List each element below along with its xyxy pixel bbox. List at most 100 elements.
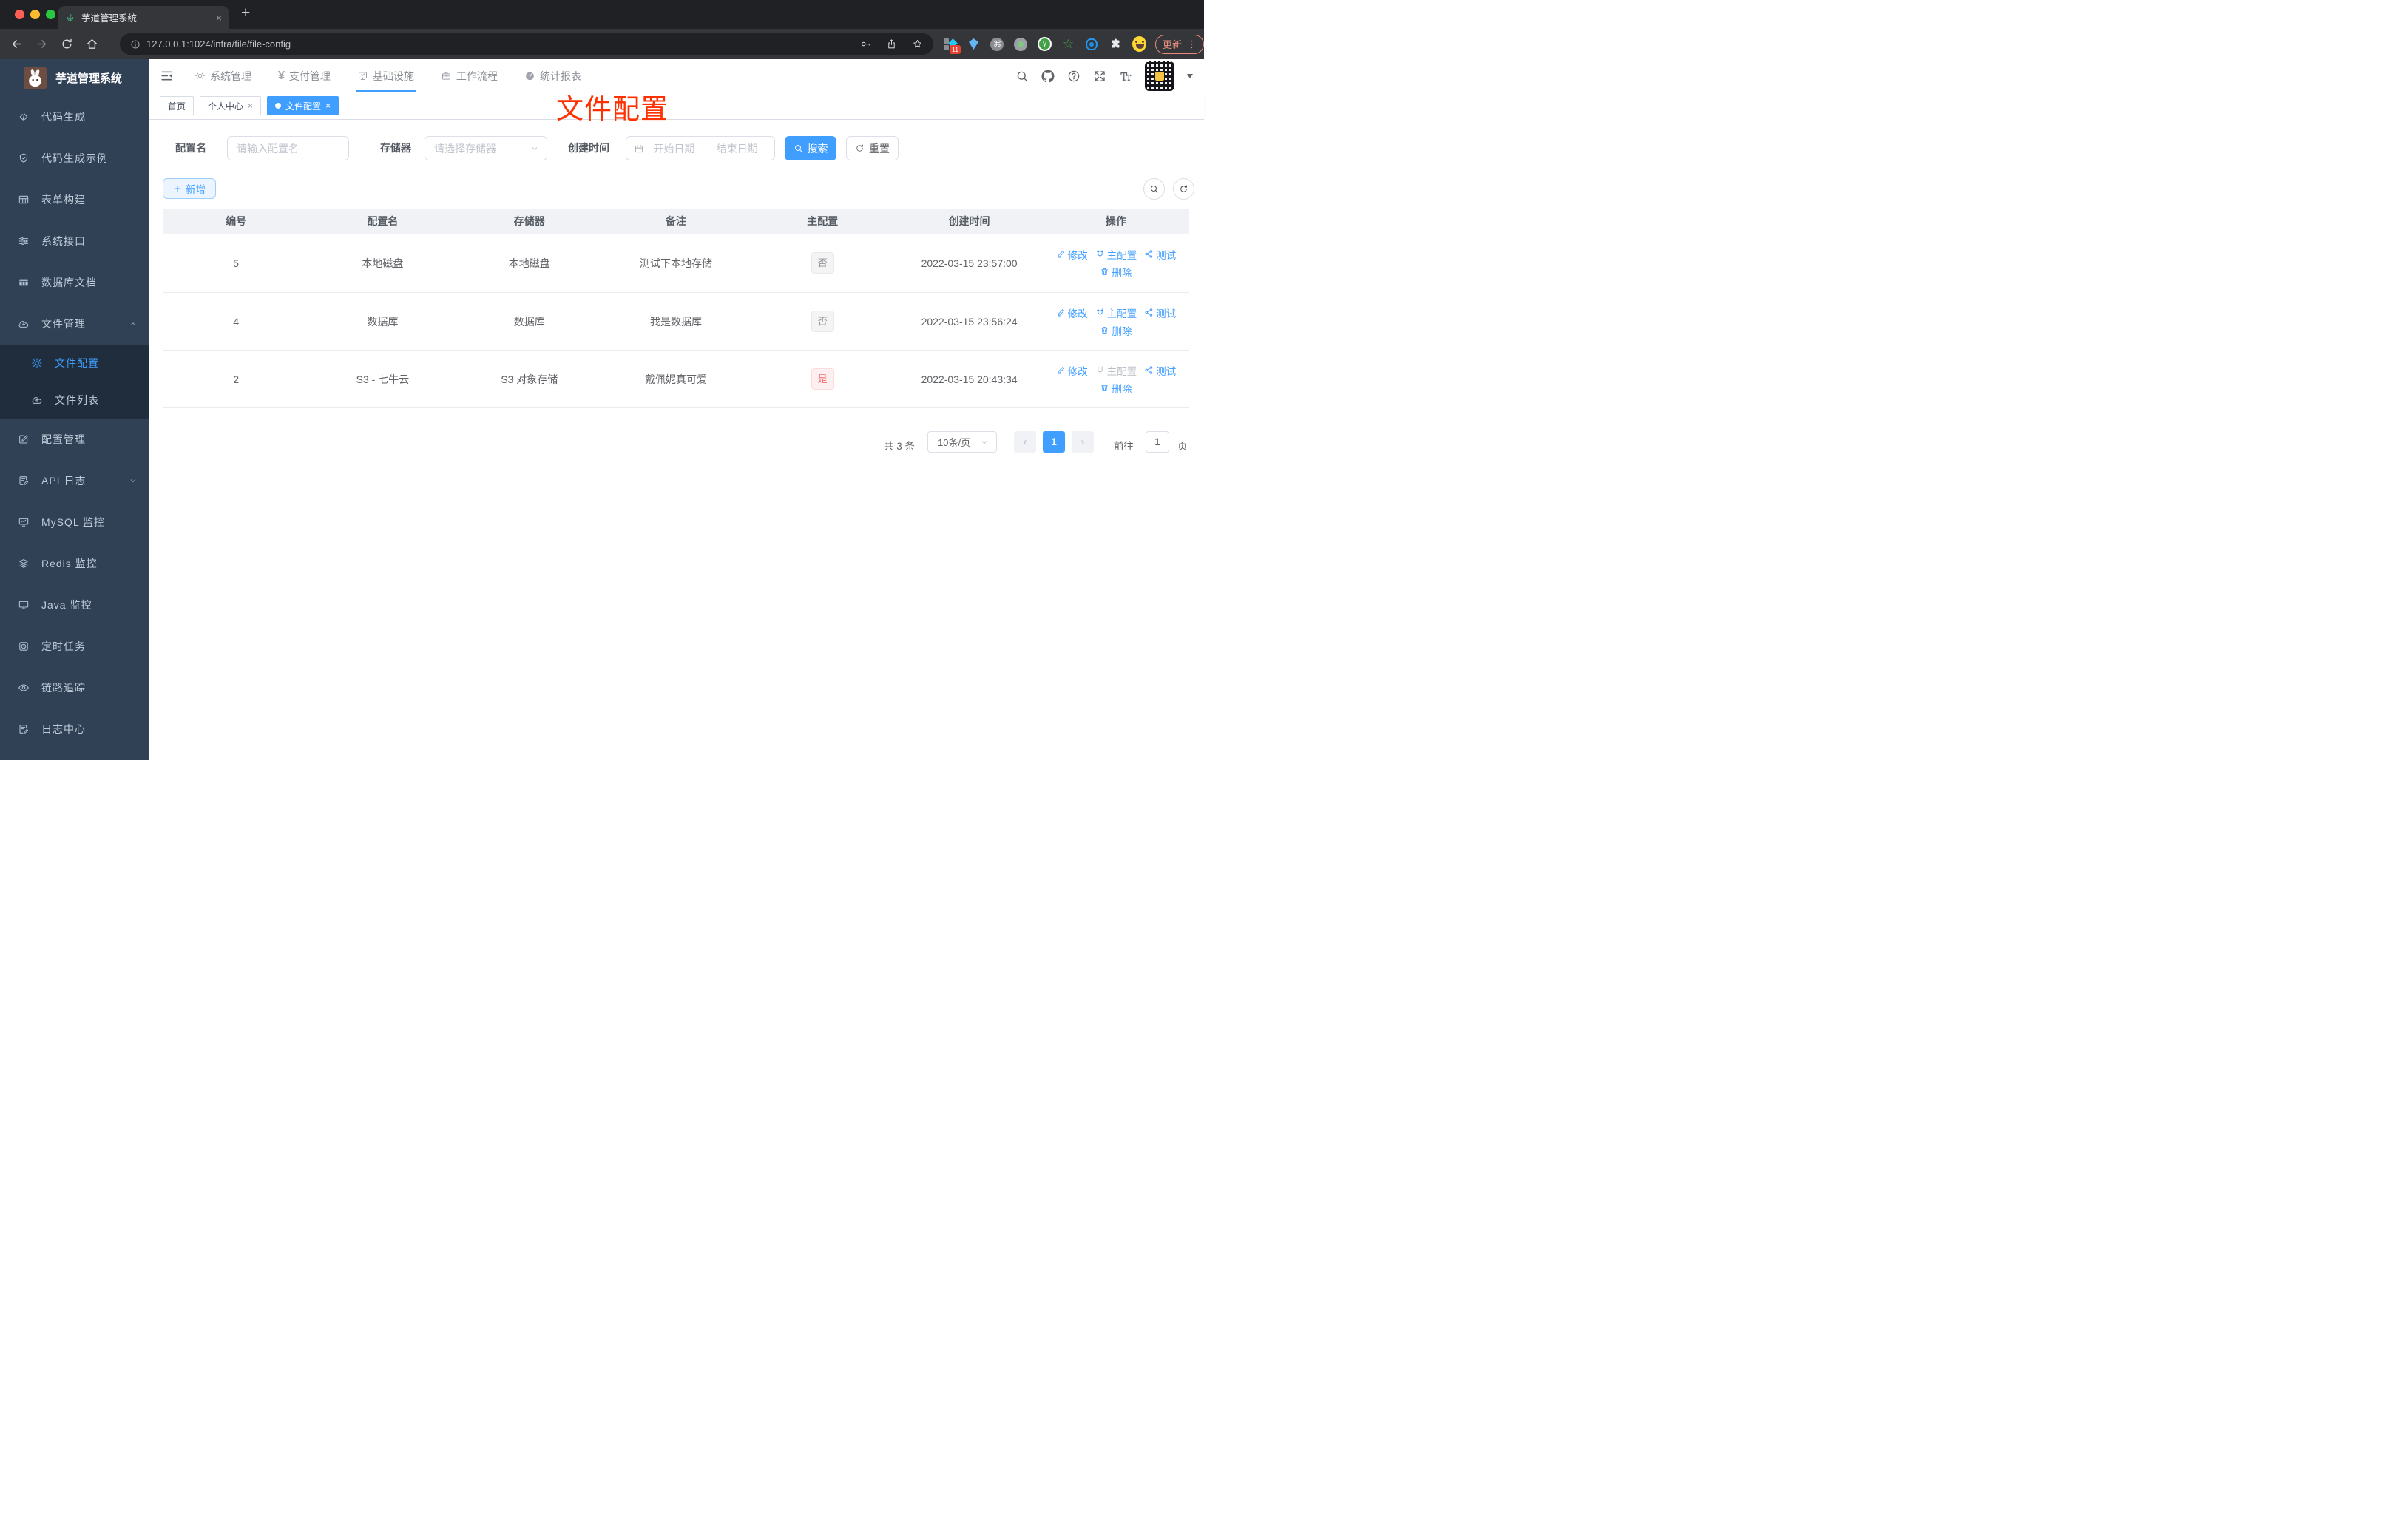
tags-view-bar: 首页 个人中心 × 文件配置 × (149, 92, 1204, 120)
github-icon[interactable] (1041, 70, 1055, 83)
tab-title: 芋道管理系统 (81, 13, 138, 24)
test-action[interactable]: 测试 (1144, 247, 1176, 262)
home-icon[interactable] (86, 38, 98, 50)
document-edit-icon (18, 475, 30, 487)
edit-action[interactable]: 修改 (1056, 305, 1088, 320)
test-action[interactable]: 测试 (1144, 363, 1176, 378)
master-tag: 否 (811, 252, 834, 274)
test-action[interactable]: 测试 (1144, 305, 1176, 320)
page-unit-label: 页 (1177, 441, 1188, 452)
nav-infrastructure[interactable]: 基础设施 (355, 59, 416, 92)
date-start-input[interactable]: 开始日期 (644, 141, 704, 156)
delete-action[interactable]: 删除 (1100, 323, 1132, 338)
close-icon[interactable]: × (248, 101, 253, 111)
table-header-row: 编号 配置名 存储器 备注 主配置 创建时间 操作 (163, 209, 1189, 234)
sidebar-item-code-demo[interactable]: 代码生成示例 (0, 138, 149, 179)
nav-system-manage[interactable]: 系统管理 (195, 59, 251, 92)
close-icon[interactable]: × (325, 101, 331, 111)
calendar-icon (634, 143, 644, 154)
sidebar-item-java-monitor[interactable]: Java 监控 (0, 584, 149, 626)
browser-tab[interactable]: 芋道管理系统 × (58, 6, 229, 29)
sidebar-item-config-manage[interactable]: 配置管理 (0, 419, 149, 460)
edit-action[interactable]: 修改 (1056, 247, 1088, 262)
sidebar-item-file-config[interactable]: 文件配置 (0, 345, 149, 382)
sidebar-item-scheduled-task[interactable]: 定时任务 (0, 626, 149, 667)
master-action[interactable]: 主配置 (1095, 247, 1137, 262)
extension-blue-eye-icon[interactable] (1085, 37, 1099, 51)
sidebar-item-form-builder[interactable]: 表单构建 (0, 179, 149, 220)
sidebar-item-api-log[interactable]: API 日志 (0, 460, 149, 501)
sidebar-item-code-gen[interactable]: 代码生成 (0, 96, 149, 138)
goto-page-input[interactable]: 1 (1146, 431, 1169, 453)
url-text[interactable]: 127.0.0.1:1024/infra/file/file-config (146, 38, 845, 50)
sidebar-item-trace[interactable]: 链路追踪 (0, 667, 149, 708)
page-size-select[interactable]: 10条/页 (927, 431, 997, 453)
reload-icon[interactable] (61, 38, 73, 50)
sidebar-item-log-center[interactable]: 日志中心 (0, 708, 149, 750)
collapse-sidebar-icon[interactable] (160, 69, 174, 83)
extension-gem-icon[interactable] (967, 37, 981, 51)
monitor-check-icon (357, 70, 368, 81)
master-tag: 否 (811, 311, 834, 332)
delete-action[interactable]: 删除 (1100, 265, 1132, 280)
zoom-window-button[interactable] (46, 10, 55, 19)
next-page-button[interactable]: › (1072, 431, 1094, 453)
refresh-table-button[interactable] (1173, 178, 1194, 200)
profile-avatar-icon[interactable] (1132, 36, 1146, 52)
extension-recorder-icon[interactable] (1014, 37, 1028, 51)
bookmark-star-icon[interactable] (912, 38, 923, 50)
forward-icon[interactable] (35, 38, 48, 50)
tab-file-config[interactable]: 文件配置 × (267, 96, 339, 115)
site-info-icon[interactable] (130, 39, 141, 50)
shield-check-icon (18, 152, 30, 164)
back-icon[interactable] (10, 38, 23, 50)
sidebar-item-mysql-monitor[interactable]: MySQL 监控 (0, 501, 149, 543)
extension-command-icon[interactable]: ⌘ (990, 37, 1004, 51)
pencil-icon (1056, 249, 1066, 259)
prev-page-button[interactable]: ‹ (1014, 431, 1036, 453)
extension-badge: 11 (950, 44, 961, 54)
extension-green-star-icon[interactable]: ☆ (1061, 37, 1075, 51)
sidebar-item-file-list[interactable]: 文件列表 (0, 382, 149, 419)
search-icon[interactable] (1015, 70, 1029, 83)
master-action[interactable]: 主配置 (1095, 305, 1137, 320)
date-end-input[interactable]: 结束日期 (707, 141, 767, 156)
extension-tampermonkey-icon[interactable]: 11 (943, 37, 961, 54)
chevron-down-icon (980, 438, 989, 447)
font-size-icon[interactable] (1119, 70, 1132, 83)
search-button[interactable]: 搜索 (785, 136, 836, 160)
delete-action[interactable]: 删除 (1100, 381, 1132, 396)
kebab-menu-icon[interactable]: ⋮ (1187, 38, 1197, 50)
extension-y-icon[interactable]: y (1037, 37, 1052, 51)
address-bar[interactable]: 127.0.0.1:1024/infra/file/file-config (120, 33, 933, 55)
fullscreen-icon[interactable] (1093, 70, 1106, 83)
share-icon[interactable] (886, 38, 897, 50)
tab-profile[interactable]: 个人中心 × (200, 96, 262, 115)
password-key-icon[interactable] (860, 38, 871, 50)
help-icon[interactable] (1067, 70, 1080, 83)
add-button[interactable]: 新增 (163, 178, 216, 199)
filter-date-range[interactable]: 开始日期 - 结束日期 (626, 136, 775, 160)
sidebar-item-db-doc[interactable]: 数据库文档 (0, 262, 149, 303)
filter-name-input[interactable]: 请输入配置名 (227, 136, 349, 160)
tab-home[interactable]: 首页 (160, 96, 195, 115)
caret-down-icon[interactable] (1187, 73, 1193, 78)
sidebar-item-system-api[interactable]: 系统接口 (0, 220, 149, 262)
filter-storage-select[interactable]: 请选择存储器 (425, 136, 547, 160)
extensions-puzzle-icon[interactable] (1109, 37, 1123, 51)
nav-payment-manage[interactable]: ¥ 支付管理 (278, 59, 331, 92)
user-avatar[interactable] (1145, 61, 1174, 91)
trash-icon (1100, 325, 1109, 335)
sidebar-item-redis-monitor[interactable]: Redis 监控 (0, 543, 149, 584)
close-window-button[interactable] (15, 10, 24, 19)
reset-button[interactable]: 重置 (846, 136, 899, 160)
current-page-button[interactable]: 1 (1043, 431, 1065, 453)
browser-update-button[interactable]: 更新 ⋮ (1154, 34, 1204, 54)
nav-workflow[interactable]: 工作流程 (441, 59, 498, 92)
edit-action[interactable]: 修改 (1056, 363, 1088, 378)
new-tab-button[interactable]: + (241, 4, 250, 22)
sidebar-item-file-manage[interactable]: 文件管理 (0, 303, 149, 345)
tab-close-icon[interactable]: × (216, 13, 222, 23)
show-search-toggle-button[interactable] (1143, 178, 1165, 200)
minimize-window-button[interactable] (30, 10, 40, 19)
